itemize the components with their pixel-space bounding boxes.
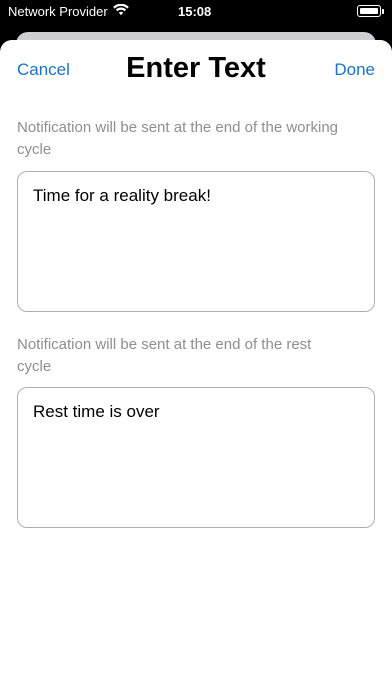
rest-cycle-label: Notification will be sent at the end of … (17, 336, 312, 375)
carrier-group: Network Provider (8, 3, 129, 19)
battery-icon (357, 5, 384, 17)
status-time: 15:08 (178, 4, 212, 19)
page-title: Enter Text (126, 52, 266, 84)
battery-fill (360, 8, 378, 14)
wifi-icon (112, 3, 129, 19)
working-cycle-label: Notification will be sent at the end of … (17, 119, 339, 158)
carrier-name: Network Provider (8, 4, 108, 19)
rest-cycle-text-input[interactable]: Rest time is over (17, 387, 375, 528)
status-bar: Network Provider 15:08 (0, 0, 392, 26)
working-cycle-text-input[interactable]: Time for a reality break! (17, 171, 375, 312)
enter-text-sheet: Cancel Enter Text Done Notification will… (0, 40, 392, 696)
done-button[interactable]: Done (334, 60, 375, 80)
